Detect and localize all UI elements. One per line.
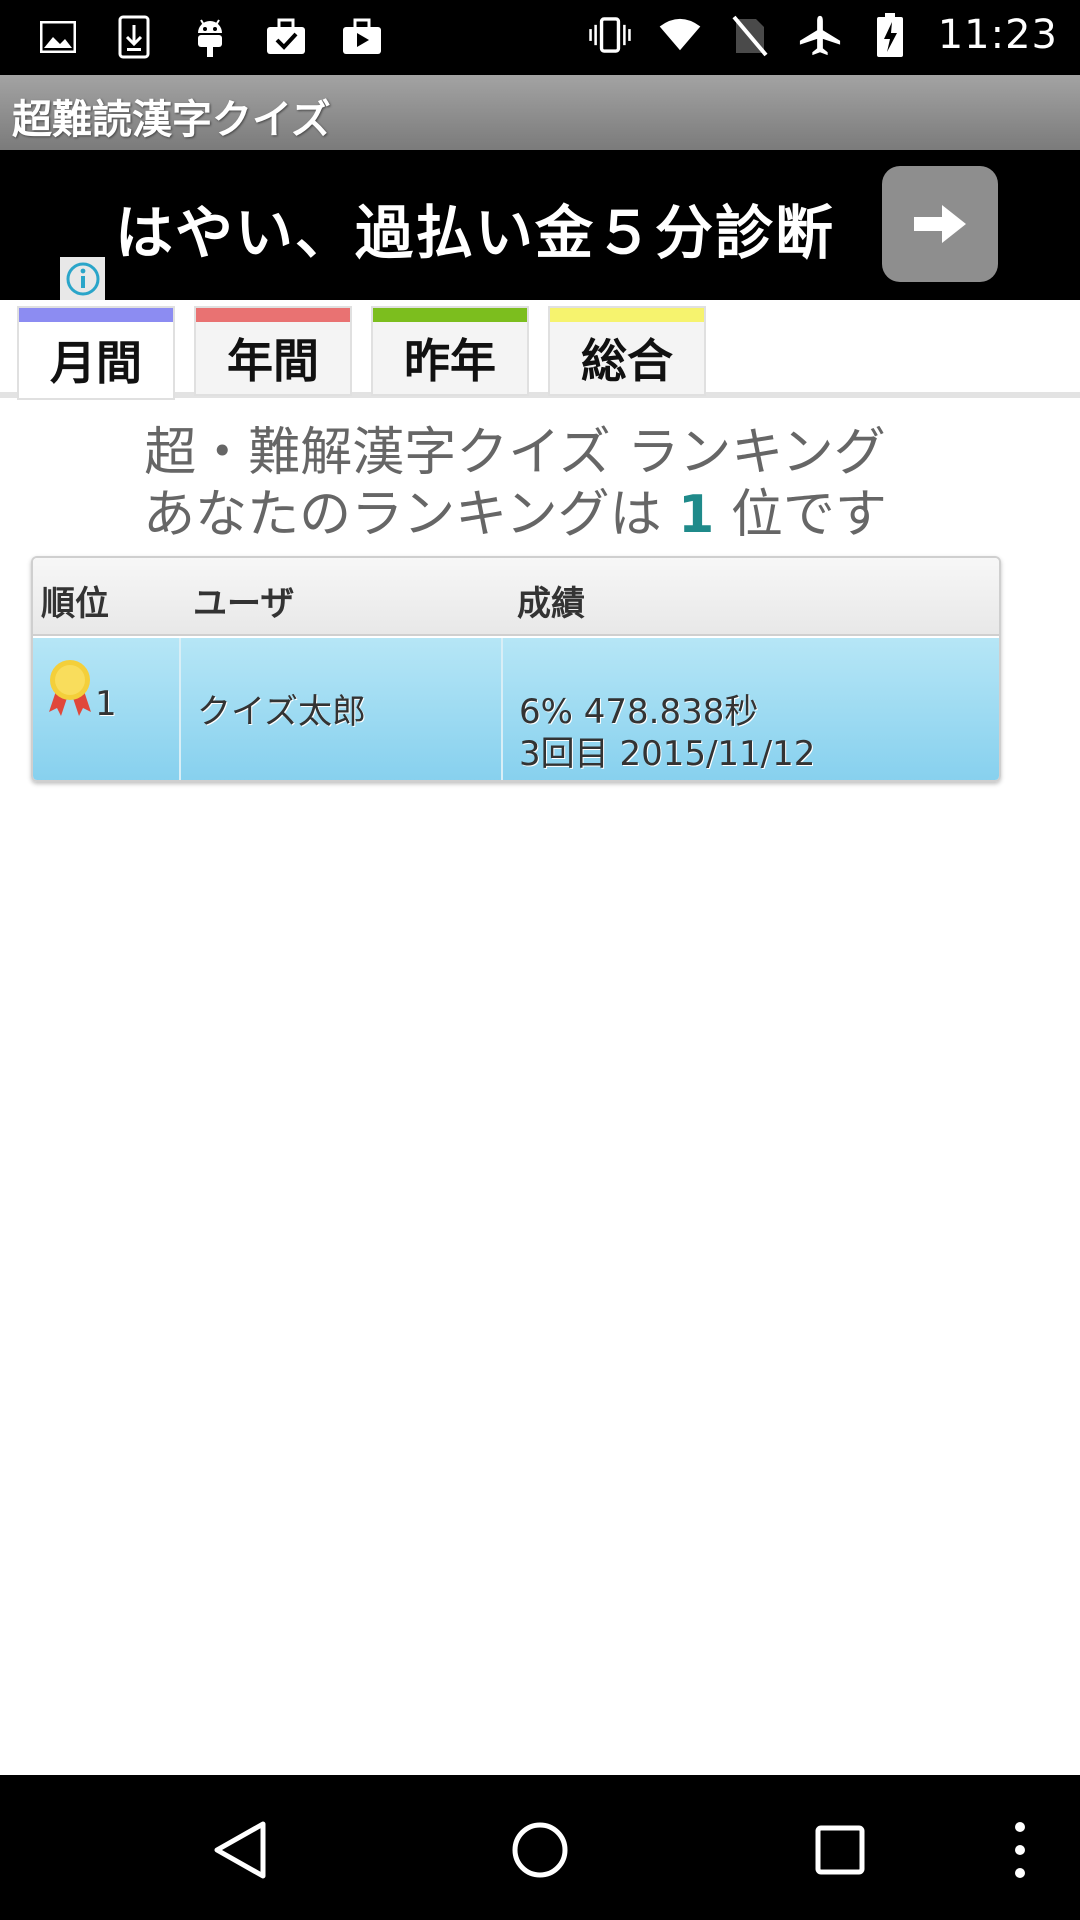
tab-yearly[interactable]: 年間 bbox=[194, 306, 352, 396]
ad-text[interactable]: はやい、過払い金５分診断 bbox=[115, 186, 835, 270]
briefcase-check-icon bbox=[264, 14, 308, 60]
your-rank-line: あなたのランキングは 1 位です bbox=[0, 484, 1030, 546]
app-title: 超難読漢字クイズ bbox=[12, 97, 331, 143]
tab-color-stripe bbox=[550, 308, 704, 322]
your-rank-prefix: あなたのランキングは bbox=[143, 485, 662, 545]
row-rank: 1 bbox=[95, 684, 117, 724]
back-button[interactable] bbox=[205, 1815, 275, 1885]
column-header-rank: 順位 bbox=[41, 584, 109, 624]
table-header: 順位 ユーザ 成績 bbox=[33, 558, 999, 636]
row-attempt-date: 3回目 2015/11/12 bbox=[519, 734, 816, 774]
airplane-icon bbox=[798, 12, 842, 58]
tab-color-stripe bbox=[373, 308, 527, 322]
ranking-table: 順位 ユーザ 成績 1 クイズ太郎 6% 478.838秒 3回目 2015/1… bbox=[31, 556, 1001, 782]
home-button[interactable] bbox=[505, 1815, 575, 1885]
period-tabs: 月間 年間 昨年 総合 bbox=[0, 300, 1080, 400]
vibrate-icon bbox=[588, 12, 632, 58]
no-sim-icon bbox=[728, 12, 772, 58]
ad-banner[interactable]: はやい、過払い金５分診断 bbox=[0, 150, 1080, 300]
battery-charging-icon bbox=[868, 12, 912, 58]
arrow-right-icon bbox=[914, 205, 966, 243]
tab-label: 総合 bbox=[581, 334, 673, 388]
overflow-menu-icon bbox=[1015, 1822, 1025, 1878]
ad-arrow-button[interactable] bbox=[882, 166, 998, 282]
gold-medal-icon bbox=[47, 658, 93, 718]
tab-color-stripe bbox=[19, 308, 173, 322]
status-bar: 11:23 bbox=[0, 0, 1080, 75]
play-store-icon bbox=[340, 14, 384, 60]
recents-button[interactable] bbox=[805, 1815, 875, 1885]
wifi-icon bbox=[658, 12, 702, 58]
app-bar: 超難読漢字クイズ bbox=[0, 75, 1080, 150]
tab-last-year[interactable]: 昨年 bbox=[371, 306, 529, 396]
info-icon bbox=[66, 262, 99, 295]
row-user-name: クイズ太郎 bbox=[197, 692, 366, 732]
notification-icons bbox=[36, 14, 384, 60]
column-header-user: ユーザ bbox=[193, 584, 295, 624]
tab-color-stripe bbox=[196, 308, 350, 322]
back-icon bbox=[214, 1821, 266, 1879]
tab-label: 昨年 bbox=[404, 334, 496, 388]
home-icon bbox=[512, 1822, 568, 1878]
your-rank-number: 1 bbox=[678, 485, 715, 545]
column-divider bbox=[179, 638, 181, 780]
column-divider bbox=[501, 638, 503, 780]
tab-overall[interactable]: 総合 bbox=[548, 306, 706, 396]
table-row[interactable]: 1 クイズ太郎 6% 478.838秒 3回目 2015/11/12 bbox=[33, 638, 999, 780]
download-icon bbox=[112, 14, 156, 60]
navigation-bar bbox=[0, 1775, 1080, 1920]
ad-info-button[interactable] bbox=[60, 257, 105, 300]
ranking-title: 超・難解漢字クイズ ランキング bbox=[144, 423, 886, 483]
image-icon bbox=[36, 14, 80, 60]
column-header-score: 成績 bbox=[517, 584, 585, 624]
tab-monthly[interactable]: 月間 bbox=[17, 306, 175, 400]
ranking-heading: 超・難解漢字クイズ ランキング あなたのランキングは 1 位です bbox=[0, 422, 1030, 546]
screen: 11:23 超難読漢字クイズ はやい、過払い金５分診断 月間 年間 昨年 総合 … bbox=[0, 0, 1080, 1920]
android-icon bbox=[188, 14, 232, 60]
recents-icon bbox=[815, 1825, 865, 1875]
tab-label: 年間 bbox=[227, 334, 319, 388]
clock: 11:23 bbox=[937, 12, 1058, 58]
overflow-menu-button[interactable] bbox=[985, 1815, 1055, 1885]
system-icons: 11:23 bbox=[588, 12, 1058, 58]
your-rank-suffix: 位です bbox=[730, 485, 887, 545]
tab-label: 月間 bbox=[50, 336, 142, 390]
